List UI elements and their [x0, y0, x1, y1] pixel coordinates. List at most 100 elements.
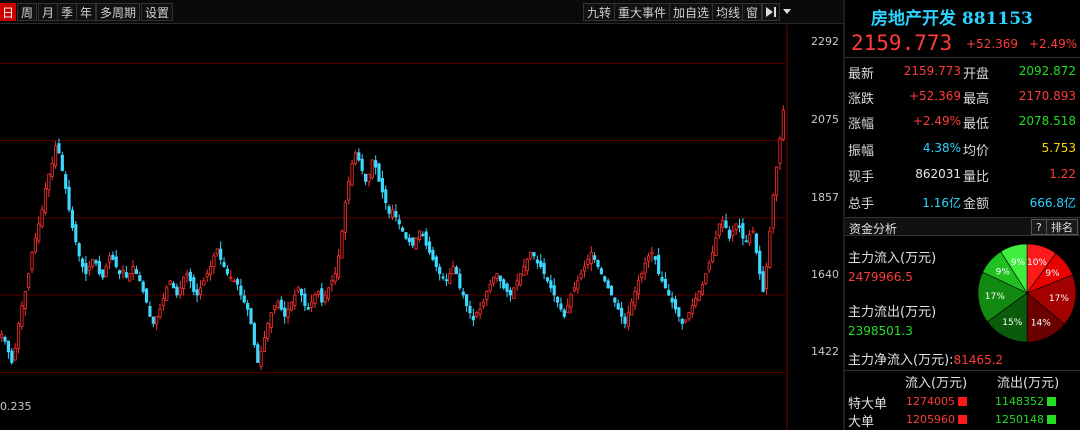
chart-toolbar: 日 周 月 季 年 多周期 设置 九转 重大事件 加自选 均线 窗 — [0, 0, 843, 24]
candle-body — [350, 163, 354, 186]
candle-body — [212, 255, 216, 267]
candle-body — [148, 305, 152, 317]
candle-body — [232, 280, 236, 283]
candle-body — [50, 163, 54, 177]
quote-label: 最高 — [963, 92, 990, 107]
candle-body — [390, 209, 395, 218]
nine-turn-button[interactable]: 九转 — [583, 3, 616, 21]
candle-body — [367, 173, 371, 183]
chart-grid — [0, 25, 788, 430]
candle-body — [427, 241, 432, 253]
outflow-column-header: 流出(万元) — [997, 376, 1060, 391]
dropdown-button[interactable] — [781, 3, 795, 21]
candle-body — [74, 224, 78, 243]
major-events-button[interactable]: 重大事件 — [614, 3, 671, 21]
quote-value: 2078.518 — [1018, 114, 1076, 128]
moving-average-button[interactable]: 均线 — [712, 3, 745, 21]
candle-body — [677, 307, 681, 317]
candle-body — [320, 288, 324, 303]
candle-body — [748, 234, 752, 244]
candle-body — [764, 266, 769, 289]
inflow-bar — [958, 397, 967, 406]
candle-body — [734, 223, 738, 230]
candle-body — [404, 232, 408, 239]
candle-body — [323, 294, 327, 303]
candle-body — [603, 276, 607, 282]
rank-button[interactable]: 排名 — [1046, 219, 1078, 235]
add-watchlist-button[interactable]: 加自选 — [669, 3, 714, 21]
chevron-down-icon — [783, 9, 791, 14]
candle-body — [434, 256, 438, 267]
candle-body — [316, 291, 320, 295]
collapse-panel-button[interactable] — [762, 3, 780, 21]
settings-button[interactable]: 设置 — [141, 3, 174, 21]
candle-body — [532, 252, 536, 257]
candle-body — [539, 260, 543, 267]
quote-label: 最新 — [848, 67, 875, 82]
candle-body — [198, 287, 203, 296]
candle-body — [626, 312, 630, 327]
candle-body — [640, 273, 644, 279]
candle-body — [182, 276, 186, 289]
period-tab-quarter[interactable]: 季 — [57, 3, 78, 21]
quote-label: 金额 — [963, 197, 990, 212]
candle-body — [471, 315, 475, 321]
candle-body — [458, 273, 462, 289]
candle-body — [636, 280, 641, 295]
candle-body — [37, 223, 41, 242]
net-inflow-row: 主力净流入(万元):81465.2 — [848, 349, 1003, 368]
candle-body — [70, 209, 75, 228]
period-tab-week[interactable]: 周 — [17, 3, 38, 21]
candle-body — [384, 189, 388, 204]
candle-body — [114, 256, 118, 267]
candle-body — [397, 219, 401, 225]
candle-body — [737, 225, 742, 228]
candle-body — [586, 259, 590, 265]
large-outflow-value: 1250148 — [995, 413, 1044, 426]
period-tab-month[interactable]: 月 — [38, 3, 59, 21]
candle-body — [670, 297, 674, 303]
candle-body — [171, 283, 176, 289]
candle-body — [357, 152, 361, 161]
candle-body — [768, 230, 772, 268]
inflow-bar — [958, 415, 967, 424]
outflow-bar — [1047, 415, 1056, 424]
candle-body — [609, 285, 614, 296]
candle-body — [266, 323, 270, 339]
candle-body — [630, 301, 634, 316]
candle-body — [360, 158, 364, 172]
multi-period-button[interactable]: 多周期 — [96, 3, 141, 21]
candle-body — [353, 152, 358, 165]
candle-body — [562, 309, 566, 317]
candle-body — [623, 316, 627, 324]
period-tab-day[interactable]: 日 — [0, 3, 16, 21]
window-button[interactable]: 窗 — [742, 3, 763, 21]
candle-body — [225, 268, 229, 275]
quote-panel: 房地产开发 881153 2159.773 +52.369 +2.49% 最新 … — [845, 0, 1080, 430]
candle-body — [707, 262, 711, 271]
kline-chart[interactable] — [0, 25, 843, 430]
quote-value: +2.49% — [912, 114, 961, 128]
candle-body — [552, 285, 556, 296]
candle-body — [673, 299, 678, 310]
help-button[interactable]: ? — [1031, 219, 1047, 235]
candle-body — [724, 220, 728, 228]
outflow-bar — [1047, 397, 1056, 406]
candle-body — [155, 315, 159, 325]
candle-body — [276, 301, 280, 308]
period-tab-year[interactable]: 年 — [76, 3, 97, 21]
kline-chart-area[interactable]: 2292 2075 1857 1640 1422 0.235 — [0, 25, 843, 430]
pie-slice-label: 9% — [1045, 269, 1060, 279]
candle-body — [6, 340, 11, 353]
quote-label: 涨幅 — [848, 117, 875, 132]
quote-value: 2159.773 — [903, 64, 961, 78]
candle-body — [407, 237, 411, 243]
quote-label: 开盘 — [963, 67, 990, 82]
candle-body — [717, 223, 721, 236]
candle-body — [97, 261, 101, 275]
candles — [0, 105, 785, 370]
candle-body — [684, 319, 688, 323]
quote-label: 最低 — [963, 117, 990, 132]
extra-large-inflow-value: 1274005 — [906, 395, 955, 408]
candle-body — [67, 186, 71, 211]
